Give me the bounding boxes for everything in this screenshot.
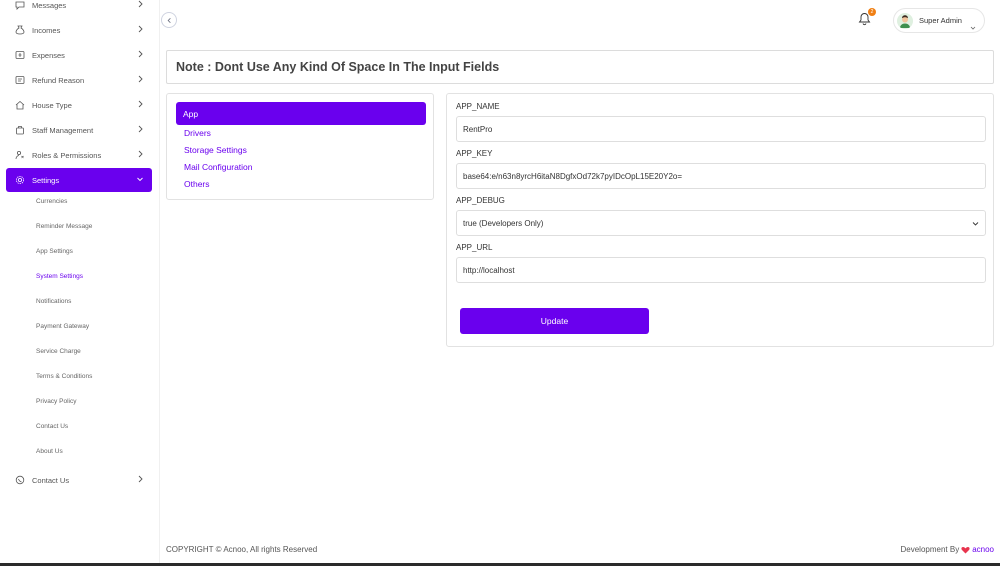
roles-icon	[15, 150, 25, 160]
update-button[interactable]: Update	[460, 308, 649, 334]
app-debug-select[interactable]: true (Developers Only)	[456, 210, 986, 236]
chevron-right-icon	[136, 50, 144, 58]
user-menu[interactable]: Super Admin	[893, 8, 985, 33]
chevron-right-icon	[136, 150, 144, 158]
sidebar-subitem-app-settings[interactable]: App Settings	[36, 248, 73, 255]
app-settings-form: APP_NAME RentPro APP_KEY base64:e/n63n8y…	[446, 93, 994, 347]
sidebar-collapse-button[interactable]	[161, 12, 177, 28]
sidebar-subitem-notifications[interactable]: Notifications	[36, 298, 71, 305]
settings-tabs-panel: App Drivers Storage Settings Mail Config…	[166, 93, 434, 200]
app-url-label: APP_URL	[456, 243, 493, 252]
chevron-down-icon	[970, 18, 976, 30]
sidebar-item-label: Messages	[32, 0, 67, 10]
sidebar-item-settings[interactable]: Settings	[6, 168, 152, 192]
sidebar-subitem-terms-conditions[interactable]: Terms & Conditions	[36, 373, 92, 380]
sidebar-subitem-about-us[interactable]: About Us	[36, 448, 63, 455]
app-debug-label: APP_DEBUG	[456, 196, 505, 205]
sidebar-item-house-type[interactable]: House Type	[6, 93, 152, 117]
chevron-right-icon	[136, 125, 144, 133]
avatar	[897, 12, 913, 29]
sidebar-item-expenses[interactable]: Expenses	[6, 43, 152, 67]
sidebar-item-label: Roles & Permissions	[32, 150, 102, 160]
chevron-right-icon	[136, 0, 144, 8]
footer-dev-by: Development By	[900, 545, 960, 554]
sidebar-item-staff-management[interactable]: Staff Management	[6, 118, 152, 142]
expense-icon	[15, 50, 25, 60]
footer-credit: Development By acnoo	[901, 545, 995, 554]
user-name: Super Admin	[919, 16, 962, 25]
chevron-left-icon	[167, 17, 171, 23]
staff-icon	[15, 125, 25, 135]
app-url-input[interactable]: http://localhost	[456, 257, 986, 283]
chevron-right-icon	[136, 475, 144, 483]
money-bag-icon	[15, 25, 25, 35]
sidebar-subitem-currencies[interactable]: Currencies	[36, 198, 67, 205]
app-debug-selected-value: true (Developers Only)	[463, 218, 544, 228]
space-warning-note: Note : Dont Use Any Kind Of Space In The…	[166, 50, 994, 84]
sidebar-item-contact-us[interactable]: Contact Us	[6, 468, 152, 492]
footer-brand-link[interactable]: acnoo	[972, 545, 994, 554]
refund-icon	[15, 75, 25, 85]
app-name-label: APP_NAME	[456, 102, 500, 111]
app-key-label: APP_KEY	[456, 149, 493, 158]
sidebar-subitem-contact-us[interactable]: Contact Us	[36, 423, 68, 430]
sidebar-item-label: Incomes	[32, 25, 61, 35]
sidebar-item-label: House Type	[32, 100, 72, 110]
house-icon	[15, 100, 25, 110]
chevron-down-icon	[972, 220, 979, 227]
tab-app[interactable]: App	[176, 102, 426, 125]
tab-mail-configuration[interactable]: Mail Configuration	[184, 162, 253, 172]
sidebar-subitem-reminder-message[interactable]: Reminder Message	[36, 223, 92, 230]
sidebar-item-label: Refund Reason	[32, 75, 85, 85]
sidebar-item-label: Contact Us	[32, 475, 70, 485]
app-name-input[interactable]: RentPro	[456, 116, 986, 142]
sidebar-item-incomes[interactable]: Incomes	[6, 18, 152, 42]
sidebar: Messages Incomes Expenses Refund Reason …	[0, 0, 160, 566]
sidebar-item-label: Staff Management	[32, 125, 94, 135]
tab-others[interactable]: Others	[184, 179, 210, 189]
tab-storage-settings[interactable]: Storage Settings	[184, 145, 247, 155]
chevron-right-icon	[136, 100, 144, 108]
sidebar-subitem-privacy-policy[interactable]: Privacy Policy	[36, 398, 76, 405]
sidebar-item-messages[interactable]: Messages	[6, 0, 152, 17]
footer-copyright: COPYRIGHT © Acnoo, All rights Reserved	[166, 545, 318, 554]
sidebar-item-label: Expenses	[32, 50, 65, 60]
tab-drivers[interactable]: Drivers	[184, 128, 211, 138]
sidebar-item-label: Settings	[32, 175, 60, 185]
sidebar-subitem-service-charge[interactable]: Service Charge	[36, 348, 81, 355]
sidebar-item-refund-reason[interactable]: Refund Reason	[6, 68, 152, 92]
app-key-input[interactable]: base64:e/n63n8yrcH6itaN8DgfxOd72k7pyIDcO…	[456, 163, 986, 189]
chat-icon	[15, 0, 25, 10]
notification-badge: 2	[868, 8, 876, 16]
heart-icon	[961, 546, 970, 553]
chevron-right-icon	[136, 25, 144, 33]
sidebar-subitem-payment-gateway[interactable]: Payment Gateway	[36, 323, 89, 330]
sidebar-subitem-system-settings[interactable]: System Settings	[36, 273, 83, 280]
chevron-right-icon	[136, 75, 144, 83]
gear-icon	[15, 175, 25, 185]
sidebar-item-roles-permissions[interactable]: Roles & Permissions	[6, 143, 152, 167]
chevron-down-icon	[136, 175, 144, 183]
contact-icon	[15, 475, 25, 485]
